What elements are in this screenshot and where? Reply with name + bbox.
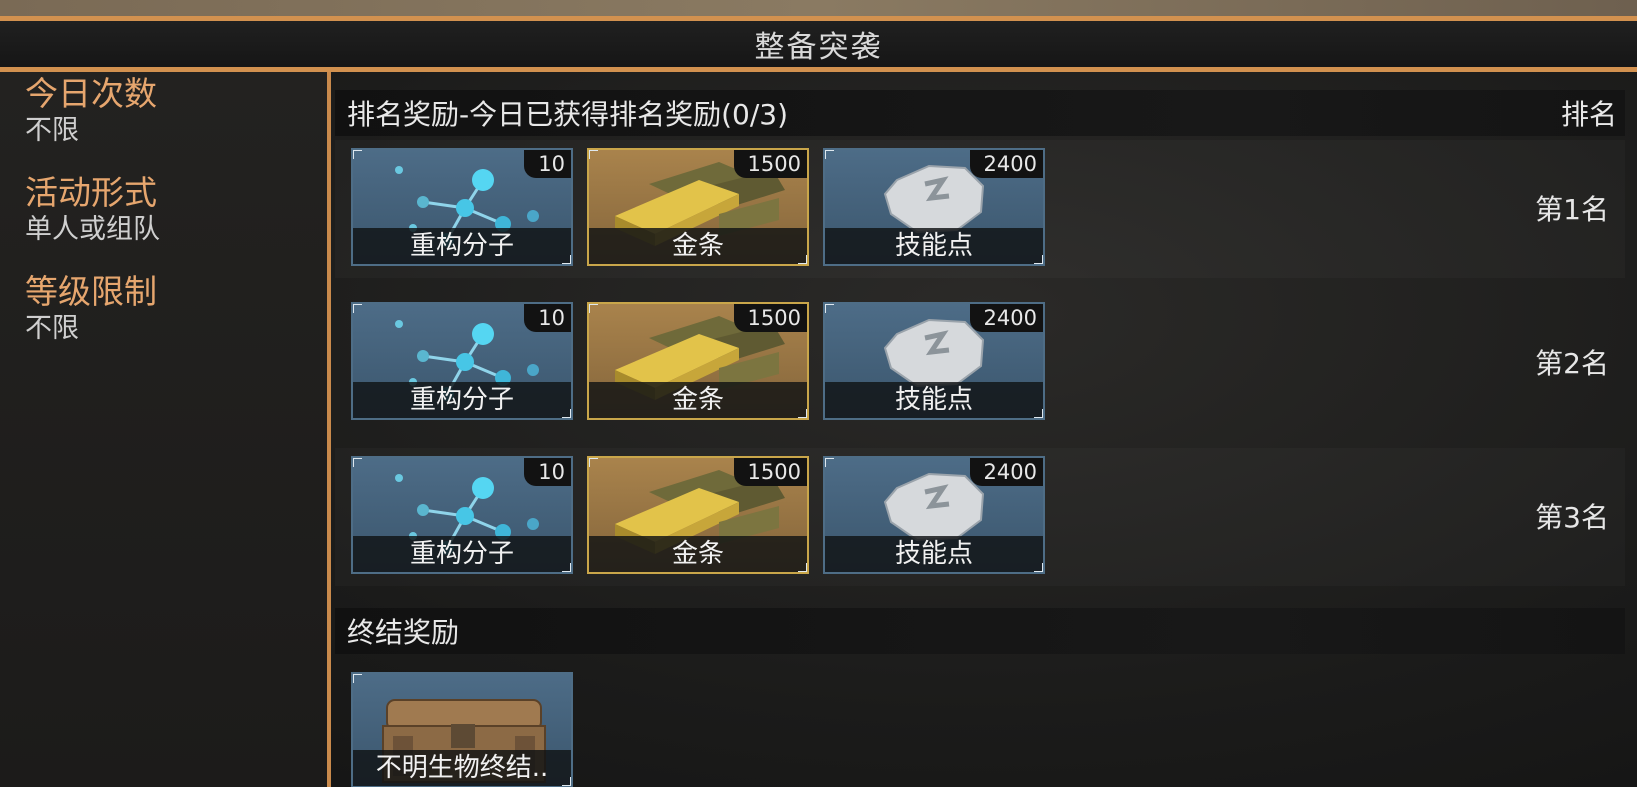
ranking-header-title: 排名奖励-今日已获得排名奖励(0/3) <box>347 98 789 131</box>
item-count: 1500 <box>733 458 807 486</box>
item-name: 重构分子 <box>353 228 571 264</box>
sidebar: 今日次数 不限 活动形式 单人或组队 等级限制 不限 <box>0 72 327 787</box>
item-count: 10 <box>524 304 571 332</box>
info-label: 活动形式 <box>25 173 157 212</box>
info-label: 今日次数 <box>25 74 157 113</box>
info-label: 等级限制 <box>25 272 157 311</box>
reward-item-molecule[interactable]: 10 重构分子 <box>351 302 573 420</box>
reward-item-skill-point[interactable]: 2400 技能点 <box>823 302 1045 420</box>
item-name: 技能点 <box>825 228 1043 264</box>
info-level-limit: 等级限制 不限 <box>25 272 157 346</box>
item-count: 2400 <box>969 304 1043 332</box>
info-daily-count: 今日次数 不限 <box>25 74 157 148</box>
item-name: 技能点 <box>825 536 1043 572</box>
info-value: 不限 <box>25 313 79 344</box>
rank-row: 10 重构分子 1500 金条 <box>335 140 1625 278</box>
item-count: 10 <box>524 458 571 486</box>
rank-label: 第2名 <box>1535 347 1609 380</box>
top-strip <box>0 0 1637 16</box>
item-name: 金条 <box>589 228 807 264</box>
final-reward-header: 终结奖励 <box>335 608 1625 654</box>
reward-item-chest[interactable]: 不明生物终结.. <box>351 672 573 787</box>
page-title: 整备突袭 <box>754 30 883 65</box>
reward-item-molecule[interactable]: 10 重构分子 <box>351 456 573 574</box>
rank-column-label: 排名 <box>1560 98 1617 131</box>
info-activity-form: 活动形式 单人或组队 <box>25 173 160 247</box>
item-name: 重构分子 <box>353 536 571 572</box>
ranking-header: 排名奖励-今日已获得排名奖励(0/3) 排名 <box>335 90 1625 136</box>
item-name: 金条 <box>589 536 807 572</box>
item-name: 重构分子 <box>353 382 571 418</box>
main-panel: 排名奖励-今日已获得排名奖励(0/3) 排名 10 重构分子 1500 金条 2… <box>331 72 1637 787</box>
info-value: 不限 <box>25 115 79 146</box>
item-count: 1500 <box>733 150 807 178</box>
reward-item-skill-point[interactable]: 2400 技能点 <box>823 148 1045 266</box>
final-reward-title: 终结奖励 <box>347 616 460 649</box>
info-value: 单人或组队 <box>25 214 160 245</box>
item-count: 2400 <box>969 458 1043 486</box>
item-name: 不明生物终结.. <box>353 750 571 786</box>
rank-label: 第3名 <box>1535 501 1609 534</box>
reward-item-molecule[interactable]: 10 重构分子 <box>351 148 573 266</box>
item-count: 1500 <box>733 304 807 332</box>
rank-row: 10 重构分子 1500 金条 <box>335 448 1625 586</box>
reward-item-skill-point[interactable]: 2400 技能点 <box>823 456 1045 574</box>
reward-item-gold-bar[interactable]: 1500 金条 <box>587 456 809 574</box>
screen: 整备突袭 今日次数 不限 活动形式 单人或组队 等级限制 不限 排名奖励-今日已… <box>0 0 1637 787</box>
item-count: 10 <box>524 150 571 178</box>
item-name: 金条 <box>589 382 807 418</box>
rank-label: 第1名 <box>1535 193 1609 226</box>
item-name: 技能点 <box>825 382 1043 418</box>
rank-row: 10 重构分子 1500 金条 <box>335 294 1625 432</box>
item-count: 2400 <box>969 150 1043 178</box>
title-bar: 整备突袭 <box>0 21 1637 67</box>
reward-item-gold-bar[interactable]: 1500 金条 <box>587 148 809 266</box>
reward-item-gold-bar[interactable]: 1500 金条 <box>587 302 809 420</box>
